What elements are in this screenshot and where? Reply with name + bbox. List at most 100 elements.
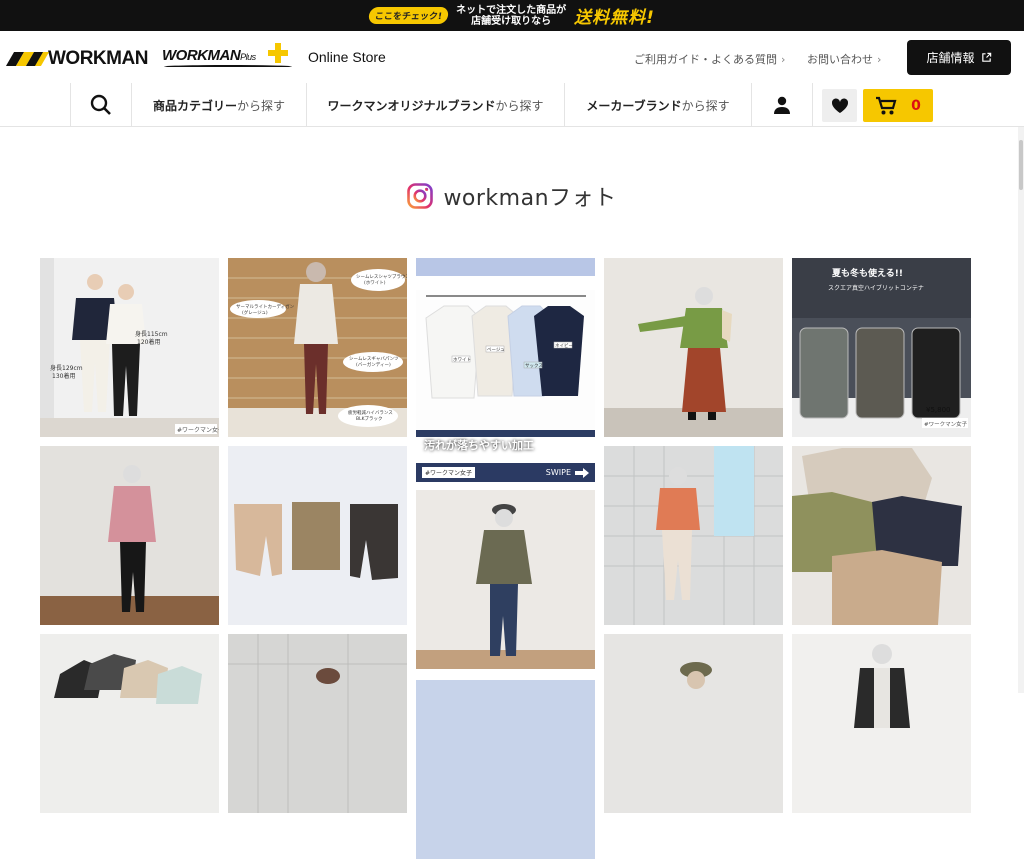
svg-text:シームレスシャツブラウス: シームレスシャツブラウス	[356, 273, 407, 280]
svg-text:シームレスギャバパンツ: シームレスギャバパンツ	[349, 356, 399, 362]
nav-maker-light: から探す	[681, 98, 730, 113]
photo-tile[interactable]: 身長115cm 120着用 身長129cm 130着用 #ワークマン女子	[40, 258, 219, 437]
promo-free-shipping: 送料無料!	[574, 8, 655, 28]
section-title-text: workmanフォト	[443, 186, 617, 211]
photo-tile[interactable]	[40, 634, 219, 813]
svg-text:身長129cm: 身長129cm	[50, 364, 83, 372]
photo-green-jacket-outfit	[604, 258, 783, 437]
heart-icon	[831, 97, 848, 113]
search-icon	[90, 94, 111, 115]
photo-three-pants	[228, 446, 407, 625]
photo-tile[interactable]: サーマルライトカーディガン (グレージュ) シームレスシャツブラウス (ホワイト…	[228, 258, 407, 437]
workman-plus-logo-text: WORKMANPlus	[162, 47, 256, 64]
nav-original-strong: ワークマンオリジナルブランド	[327, 98, 496, 113]
photo-tiled-wall-outfit	[604, 446, 783, 625]
photo-brick-wall-outfit: サーマルライトカーディガン (グレージュ) シームレスシャツブラウス (ホワイト…	[228, 258, 407, 437]
chevron-right-icon: ›	[781, 53, 786, 66]
guide-faq-label: ご利用ガイド・よくある質問	[634, 53, 777, 66]
store-info-button[interactable]: 店舗情報	[907, 40, 1011, 75]
photo-vacuum-container: 夏も冬も使える!! スクエア真空ハイブリットコンテナ ¥5,800 #ワークマン…	[792, 258, 971, 437]
photo-blue-bg	[416, 680, 595, 859]
external-link-icon	[981, 52, 991, 62]
nav-category-strong: 商品カテゴリー	[152, 98, 237, 113]
scrollbar-thumb[interactable]	[1019, 140, 1023, 190]
promo-check-badge: ここをチェック!	[367, 7, 450, 24]
online-store-label: Online Store	[308, 49, 386, 65]
section-title: workmanフォト	[0, 180, 1024, 212]
workman-logo-mark	[5, 52, 50, 66]
workman-plus-logo[interactable]: WORKMANPlus	[162, 43, 294, 71]
svg-text:(ホワイト): (ホワイト)	[364, 280, 386, 286]
photo-shirts-rack: ホワイト ベージュ サックス ネイビー x	[416, 258, 595, 437]
search-button[interactable]	[71, 83, 131, 127]
swipe-tag: #ワークマン女子	[422, 467, 476, 478]
photo-tile[interactable]	[40, 446, 219, 625]
svg-text:ネイビー: ネイビー	[555, 342, 573, 349]
svg-text:#ワークマン女子: #ワークマン女子	[924, 420, 968, 428]
cart-count: 0	[911, 97, 921, 114]
swipe-bar[interactable]: #ワークマン女子 SWIPE	[416, 463, 595, 482]
photo-cardigan-man	[792, 634, 971, 813]
svg-text:身長115cm: 身長115cm	[135, 330, 168, 338]
guide-faq-link[interactable]: ご利用ガイド・よくある質問 ›	[634, 51, 785, 67]
photo-tile[interactable]	[416, 680, 595, 859]
nav-category-light: から探す	[237, 98, 286, 113]
photo-quilted-jackets	[792, 446, 971, 625]
photo-tile[interactable]	[604, 258, 783, 437]
main-nav: 商品カテゴリー から探す ワークマンオリジナルブランド から探す メーカーブランドか…	[0, 83, 1024, 127]
user-icon	[774, 96, 790, 114]
photo-tile[interactable]	[792, 634, 971, 813]
svg-text:(バーガンディー): (バーガンディー)	[356, 361, 391, 368]
store-info-label: 店舗情報	[926, 51, 975, 65]
promo-text: ネットで注文した商品が 店舗受け取りなら	[456, 5, 566, 27]
photo-tile[interactable]: 夏も冬も使える!! スクエア真空ハイブリットコンテナ ¥5,800 #ワークマン…	[792, 258, 971, 437]
site-header: WORKMAN WORKMANPlus Online Store ご利用ガイド・…	[0, 31, 1024, 83]
nav-original-light: から探す	[495, 98, 544, 113]
photo-tile[interactable]	[228, 446, 407, 625]
svg-text:サーマルライトカーディガン: サーマルライトカーディガン	[236, 303, 295, 310]
contact-link[interactable]: お問い合わせ ›	[807, 51, 881, 67]
nav-original-brand[interactable]: ワークマンオリジナルブランド から探す	[307, 83, 564, 127]
svg-text:BLKブラック: BLKブラック	[356, 415, 383, 422]
svg-text:ベージュ: ベージュ	[487, 347, 505, 353]
photo-tile[interactable]	[604, 446, 783, 625]
photo-tile[interactable]	[792, 446, 971, 625]
photo-folded-shirts	[40, 634, 219, 813]
photo-tile[interactable]: ホワイト ベージュ サックス ネイビー x	[416, 258, 595, 437]
shirt-caption: 汚れが落ちやすい加工	[424, 439, 534, 452]
svg-text:120着用: 120着用	[137, 338, 160, 346]
favorites-button[interactable]	[822, 89, 857, 122]
swipe-label: SWIPE	[546, 467, 589, 478]
cart-button[interactable]: 0	[863, 89, 933, 122]
svg-text:¥5,800: ¥5,800	[926, 406, 951, 414]
svg-text:130着用: 130着用	[52, 372, 75, 380]
cart-icon	[876, 96, 897, 114]
nav-maker-brand[interactable]: メーカーブランド から探す	[565, 83, 751, 127]
svg-text:夏も冬も使える!!: 夏も冬も使える!!	[831, 267, 903, 279]
logo-swoosh	[164, 65, 292, 68]
promo-banner[interactable]: ここをチェック! ネットで注文した商品が 店舗受け取りなら 送料無料!	[0, 0, 1024, 31]
nav-maker-strong: メーカーブランド	[586, 98, 682, 113]
photo-cap-jacket-outfit	[416, 490, 595, 669]
photo-pink-jacket-outfit	[40, 446, 219, 625]
instagram-icon	[407, 183, 434, 209]
plus-cross-icon	[268, 43, 288, 63]
svg-text:スクエア真空ハイブリットコンテナ: スクエア真空ハイブリットコンテナ	[828, 284, 924, 292]
workman-logo-text: WORKMAN	[48, 48, 148, 69]
photo-tile[interactable]	[416, 490, 595, 669]
promo-line-1: ネットで注文した商品が	[456, 4, 567, 16]
photo-tile[interactable]	[604, 634, 783, 813]
contact-label: お問い合わせ	[807, 53, 873, 66]
photo-kids-hoodies: 身長115cm 120着用 身長129cm 130着用 #ワークマン女子	[40, 258, 219, 437]
photo-tiled-wall-cap	[228, 634, 407, 813]
photo-bucket-hat	[604, 634, 783, 813]
svg-text:疲労軽減ハイバランス: 疲労軽減ハイバランス	[348, 409, 393, 416]
svg-text:サックス: サックス	[525, 363, 543, 369]
account-button[interactable]	[752, 83, 812, 127]
page-scrollbar[interactable]	[1018, 127, 1024, 693]
workman-logo[interactable]: WORKMAN	[5, 48, 148, 70]
svg-text:(グレージュ): (グレージュ)	[242, 309, 268, 316]
photo-tile[interactable]	[228, 634, 407, 813]
chevron-right-icon: ›	[877, 53, 882, 66]
nav-category[interactable]: 商品カテゴリー から探す	[132, 83, 306, 127]
